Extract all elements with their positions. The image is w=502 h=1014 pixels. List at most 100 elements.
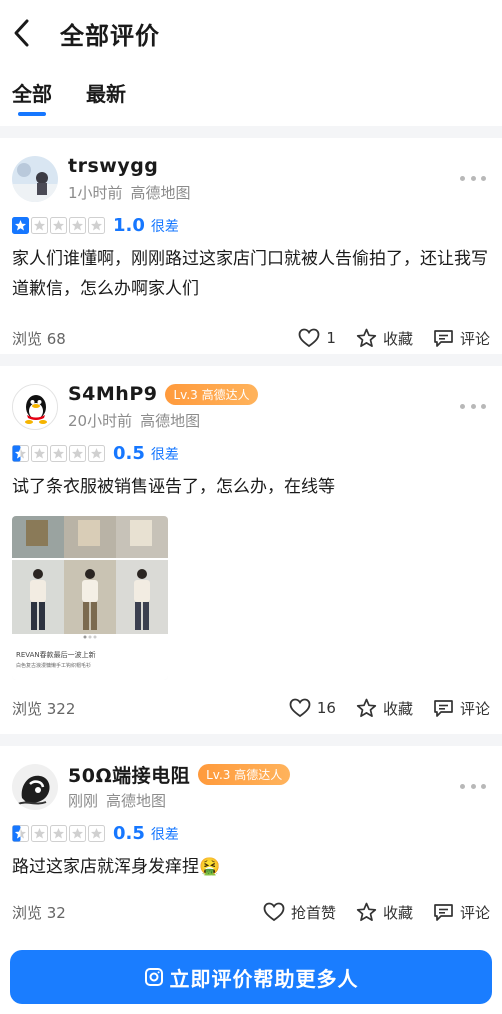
comment-button[interactable]: 评论	[433, 328, 490, 349]
favorite-button[interactable]: 收藏	[356, 902, 413, 923]
star-empty-icon	[50, 445, 67, 462]
rating: 0.5 很差	[12, 443, 490, 464]
tab-latest[interactable]: 最新	[86, 78, 126, 107]
star-empty-icon	[88, 825, 105, 842]
like-button[interactable]: 1	[298, 328, 336, 348]
back-arrow-icon	[14, 19, 29, 47]
like-count: 1	[326, 329, 336, 347]
action-bar: 浏览 322 16 收藏 评论	[12, 692, 490, 724]
star-half-icon	[12, 445, 29, 462]
review-source: 高德地图	[106, 792, 167, 810]
rating: 1.0 很差	[12, 215, 490, 236]
heart-icon	[299, 328, 320, 348]
tab-bar: 全部 最新	[0, 66, 502, 126]
star-empty-icon	[31, 445, 48, 462]
divider	[0, 126, 502, 138]
favorite-label: 收藏	[382, 699, 413, 718]
favorite-label: 收藏	[382, 903, 413, 922]
star-empty-icon	[50, 825, 67, 842]
star-empty-icon	[69, 445, 86, 462]
review-card: trswygg 1小时前 高德地图 1.0 很差 家人们谁懂啊，刚刚路过这家店门口…	[0, 138, 502, 354]
review-card: 50Ω端接电阻 Lv.3 高德达人 刚刚 高德地图 0.5 很差 路过这家店就浑身…	[0, 746, 502, 940]
star-half-icon	[12, 825, 29, 842]
view-count: 浏览 32	[12, 903, 66, 922]
comment-label: 评论	[459, 699, 490, 718]
star-empty-icon	[31, 825, 48, 842]
comment-button[interactable]: 评论	[433, 902, 490, 923]
score-value: 0.5	[113, 443, 145, 464]
view-count: 浏览 322	[12, 699, 76, 718]
review-time: 20小时前	[68, 412, 133, 430]
comment-icon	[434, 329, 453, 347]
comment-button[interactable]: 评论	[433, 698, 490, 719]
star-outline-icon	[356, 902, 377, 922]
camera-icon	[144, 968, 163, 986]
level-badge: Lv.3 高德达人	[165, 383, 258, 405]
favorite-label: 收藏	[382, 329, 413, 348]
view-count: 浏览 68	[12, 329, 66, 348]
star-rating	[12, 825, 105, 842]
more-options-icon[interactable]	[460, 782, 486, 790]
write-review-button[interactable]: 立即评价帮助更多人	[10, 950, 492, 1004]
star-rating	[12, 217, 105, 234]
star-empty-icon	[69, 217, 86, 234]
review-source: 高德地图	[130, 184, 191, 202]
review-text[interactable]: 路过这家店就浑身发痒捏🤮	[12, 852, 490, 882]
comment-icon	[434, 699, 453, 717]
star-empty-icon	[31, 217, 48, 234]
star-empty-icon	[69, 825, 86, 842]
like-button[interactable]: 16	[289, 698, 336, 718]
avatar[interactable]	[12, 155, 58, 202]
photo-caption: 白色复古浪漫慵懒手工钩织帽毛衫	[16, 663, 92, 669]
avatar[interactable]	[12, 383, 58, 430]
review-time: 刚刚	[68, 792, 99, 810]
review-text[interactable]: 试了条衣服被销售诬告了，怎么办，在线等	[12, 472, 490, 502]
favorite-button[interactable]: 收藏	[356, 328, 413, 349]
score-label: 很差	[150, 826, 179, 843]
score-label: 很差	[150, 218, 179, 235]
review-photo[interactable]: REVAN春款最后一波上新 白色复古浪漫慵懒手工钩织帽毛衫	[12, 516, 168, 680]
divider	[0, 354, 502, 366]
heart-icon	[263, 902, 285, 922]
score-value: 0.5	[113, 823, 145, 844]
review-text[interactable]: 家人们谁懂啊，刚刚路过这家店门口就被人告偷拍了，还让我写道歉信，怎么办啊家人们	[12, 244, 490, 304]
score-value: 1.0	[113, 215, 145, 236]
comment-label: 评论	[459, 329, 490, 348]
like-button[interactable]: 抢首赞	[263, 902, 336, 923]
review-card: S4MhP9 Lv.3 高德达人 20小时前 高德地图 0.5 很差 试了条衣服被…	[0, 366, 502, 734]
username[interactable]: S4MhP9	[68, 383, 157, 405]
action-bar: 浏览 32 抢首赞 收藏 评论	[12, 896, 490, 928]
page-title: 全部评价	[60, 21, 160, 50]
level-badge: Lv.3 高德达人	[198, 763, 291, 785]
star-rating	[12, 445, 105, 462]
rating: 0.5 很差	[12, 823, 490, 844]
avatar[interactable]	[12, 763, 58, 810]
like-count: 16	[316, 699, 336, 717]
active-tab-indicator	[18, 112, 46, 116]
comment-icon	[434, 903, 453, 921]
star-empty-icon	[88, 445, 105, 462]
score-label: 很差	[150, 446, 179, 463]
action-bar: 浏览 68 1 收藏 评论	[12, 322, 490, 354]
star-outline-icon	[356, 328, 377, 348]
more-options-icon[interactable]	[460, 174, 486, 182]
username[interactable]: trswygg	[68, 155, 158, 177]
star-empty-icon	[88, 217, 105, 234]
more-options-icon[interactable]	[460, 402, 486, 410]
heart-icon	[289, 698, 311, 718]
star-outline-icon	[356, 698, 377, 718]
divider	[0, 734, 502, 746]
review-source: 高德地图	[140, 412, 201, 430]
star-icon	[12, 217, 29, 234]
username[interactable]: 50Ω端接电阻	[68, 761, 190, 788]
photo-caption: REVAN春款最后一波上新	[16, 651, 96, 659]
top-bar: 全部评价	[0, 0, 502, 66]
back-button[interactable]	[12, 16, 38, 50]
like-count: 抢首赞	[290, 903, 336, 922]
star-empty-icon	[50, 217, 67, 234]
favorite-button[interactable]: 收藏	[356, 698, 413, 719]
write-review-label: 立即评价帮助更多人	[169, 966, 359, 991]
review-time: 1小时前	[68, 184, 123, 202]
tab-all[interactable]: 全部	[12, 78, 52, 116]
comment-label: 评论	[459, 903, 490, 922]
